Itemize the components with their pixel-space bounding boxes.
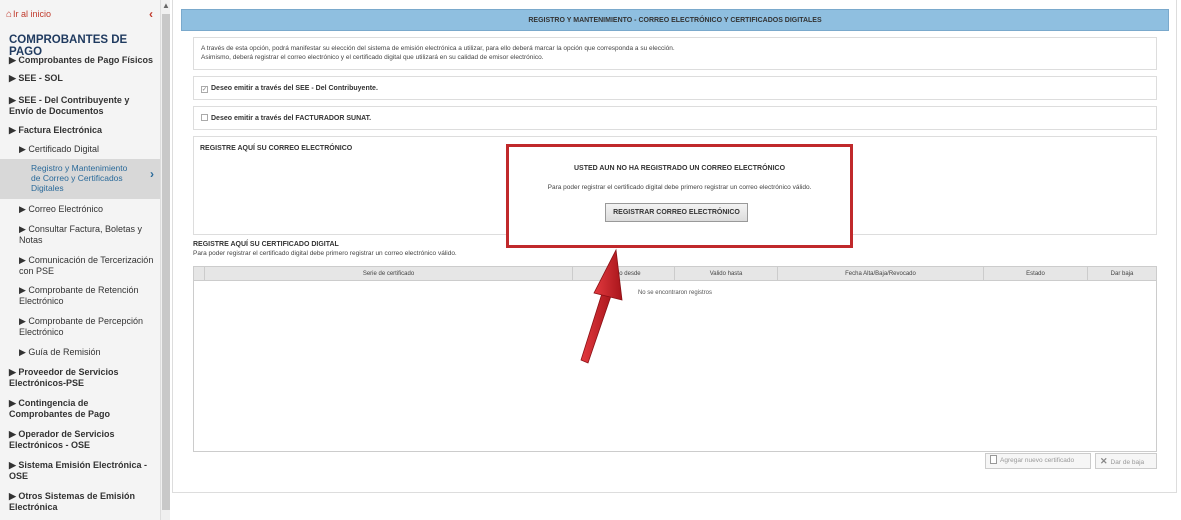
- chevron-right-icon: ›: [150, 167, 154, 181]
- cert-section-title: REGISTRE AQUÍ SU CERTIFICADO DIGITAL: [193, 241, 339, 248]
- email-notice-highlight: USTED AUN NO HA REGISTRADO UN CORREO ELE…: [506, 144, 853, 248]
- column-fecha[interactable]: Fecha Alta/Baja/Revocado: [777, 267, 983, 281]
- home-icon: ⌂: [6, 9, 13, 20]
- sidebar-item-correo-electronico[interactable]: ▶ Correo Electrónico: [19, 204, 159, 215]
- sidebar-item-contingencia[interactable]: ▶ Contingencia de Comprobantes de Pago: [9, 398, 139, 420]
- cert-section-subtitle: Para poder registrar el certificado digi…: [193, 250, 457, 257]
- email-notice-text: Para poder registrar el certificado digi…: [547, 184, 812, 191]
- sidebar-item-pse[interactable]: ▶ Proveedor de Servicios Electrónicos-PS…: [9, 367, 139, 389]
- add-certificate-button[interactable]: Agregar nuevo certificado: [985, 453, 1091, 469]
- sidebar-item-percepcion[interactable]: ▶ Comprobante de Percepción Electrónico: [19, 316, 154, 338]
- sidebar: ⌂Ir al inicio ‹ COMPROBANTES DE PAGO ▶ C…: [0, 0, 160, 520]
- register-email-button[interactable]: REGISTRAR CORREO ELECTRÓNICO: [605, 203, 748, 222]
- scroll-thumb[interactable]: [162, 14, 170, 510]
- home-link[interactable]: ⌂Ir al inicio: [6, 9, 51, 20]
- option-see-panel: ✓ Deseo emitir a través del SEE - Del Con…: [193, 76, 1157, 100]
- sidebar-scrollbar[interactable]: ▲: [160, 0, 170, 520]
- sidebar-item-retencion[interactable]: ▶ Comprobante de Retención Electrónico: [19, 285, 154, 307]
- see-checkbox[interactable]: ✓: [201, 86, 208, 93]
- sidebar-item-comprobantes-fisicos[interactable]: ▶ Comprobantes de Pago Físicos: [9, 55, 159, 66]
- collapse-sidebar-icon[interactable]: ‹: [149, 7, 153, 21]
- email-notice-title: USTED AUN NO HA REGISTRADO UN CORREO ELE…: [573, 165, 786, 172]
- facturador-option-label: Deseo emitir a través del FACTURADOR SUN…: [211, 115, 372, 122]
- intro-panel: A través de esta opción, podrá manifesta…: [193, 37, 1157, 70]
- empty-table-message: No se encontraron registros: [637, 290, 713, 296]
- sidebar-item-guia-remision[interactable]: ▶ Guía de Remisión: [19, 347, 159, 358]
- intro-text-line1: A través de esta opción, podrá manifesta…: [201, 45, 675, 52]
- sidebar-item-ose[interactable]: ▶ Operador de Servicios Electrónicos - O…: [9, 429, 139, 451]
- sidebar-item-see-sol[interactable]: ▶ SEE - SOL: [9, 73, 159, 84]
- column-estado[interactable]: Estado: [983, 267, 1087, 281]
- sidebar-item-registro-mantenimiento[interactable]: Registro y Mantenimiento de Correo y Cer…: [0, 159, 160, 199]
- sidebar-item-consultar-factura[interactable]: ▶ Consultar Factura, Boletas y Notas: [19, 224, 154, 246]
- table-header: Serie de certificado Valido desde Valido…: [194, 267, 1156, 281]
- sidebar-item-sistema-emision-ose[interactable]: ▶ Sistema Emisión Electrónica - OSE: [9, 460, 154, 482]
- scroll-up-icon[interactable]: ▲: [161, 0, 171, 12]
- column-valido-hasta[interactable]: Valido hasta: [674, 267, 777, 281]
- sidebar-item-tercerizacion-pse[interactable]: ▶ Comunicación de Tercerización con PSE: [19, 255, 159, 277]
- column-valido-desde[interactable]: Valido desde: [572, 267, 674, 281]
- sidebar-item-certificado-digital[interactable]: ▶ Certificado Digital: [19, 144, 159, 155]
- sidebar-item-factura-electronica[interactable]: ▶ Factura Electrónica: [9, 125, 159, 136]
- remove-certificate-button[interactable]: ✕ Dar de baja: [1095, 453, 1157, 469]
- page-title: REGISTRO Y MANTENIMIENTO - CORREO ELECTR…: [181, 9, 1169, 31]
- email-section-title: REGISTRE AQUÍ SU CORREO ELECTRÓNICO: [200, 145, 353, 152]
- option-facturador-panel: Deseo emitir a través del FACTURADOR SUN…: [193, 106, 1157, 130]
- column-dar-baja[interactable]: Dar baja: [1087, 267, 1156, 281]
- see-option-label: Deseo emitir a través del SEE - Del Cont…: [211, 85, 378, 92]
- intro-text-line2: Asimismo, deberá registrar el correo ele…: [201, 54, 544, 61]
- certificates-table: Serie de certificado Valido desde Valido…: [193, 266, 1157, 452]
- facturador-checkbox[interactable]: [201, 114, 208, 121]
- sidebar-item-see-contribuyente[interactable]: ▶ SEE - Del Contribuyente y Envío de Doc…: [9, 95, 154, 117]
- document-icon: [990, 455, 997, 464]
- column-serie[interactable]: Serie de certificado: [204, 267, 572, 281]
- close-icon: ✕: [1100, 456, 1108, 466]
- sidebar-item-otros-sistemas[interactable]: ▶ Otros Sistemas de Emisión Electrónica: [9, 491, 154, 513]
